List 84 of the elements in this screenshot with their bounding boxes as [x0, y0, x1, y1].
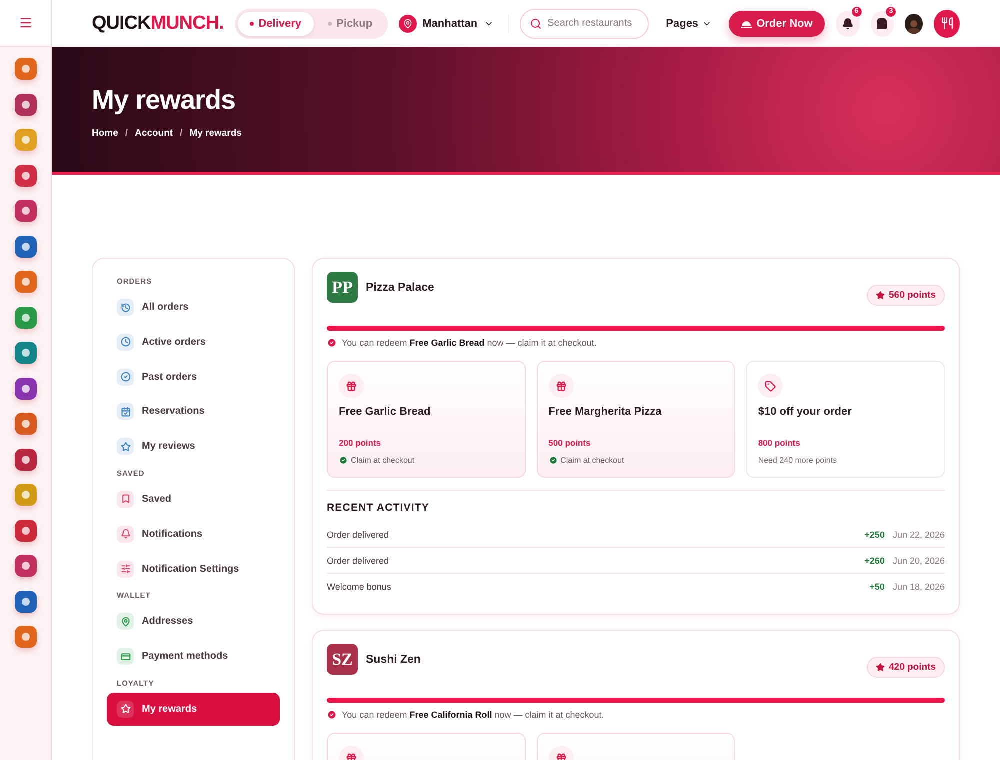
breadcrumb-separator: /	[125, 128, 128, 139]
activity-date: Jun 18, 2026	[892, 582, 945, 592]
activity-date: Jun 22, 2026	[892, 530, 945, 540]
tag-icon	[758, 374, 784, 398]
order-now-button[interactable]: Order Now	[728, 10, 825, 36]
food-category-icon[interactable]	[14, 271, 36, 293]
activity-points: +250	[864, 530, 885, 540]
restaurant-logo: PP	[327, 272, 358, 303]
food-category-icon[interactable]	[14, 413, 36, 435]
reward-title: Free Garlic Bread	[339, 406, 432, 418]
breadcrumb-current: My rewards	[190, 128, 242, 139]
sidebar-item[interactable]: Payment methods	[107, 640, 280, 674]
location-selector[interactable]: Manhattan	[398, 14, 509, 32]
activity-points: +50	[870, 582, 885, 592]
food-category-icon[interactable]	[14, 626, 36, 648]
search-icon	[530, 18, 542, 30]
reward-tile[interactable]: Free Margherita Pizza 500 points Claim at checkout	[536, 361, 736, 478]
sidebar-item[interactable]: My reviews	[107, 430, 280, 464]
section-heading: RECENT ACTIVITY	[327, 502, 431, 514]
reward-note: Need 240 more points	[758, 456, 838, 465]
check-icon	[339, 456, 348, 465]
reward-points: 200 points	[339, 438, 382, 448]
food-category-icon[interactable]	[14, 520, 36, 542]
food-category-icon[interactable]	[14, 342, 36, 364]
reward-tile[interactable]: Free Garlic Bread 200 points Claim at checkout	[327, 361, 526, 478]
reward-title: $10 off your order	[758, 406, 853, 418]
mode-tab[interactable]: Delivery	[238, 12, 314, 36]
sidebar-item[interactable]: All orders	[107, 291, 280, 324]
breadcrumb-link[interactable]: Account	[135, 128, 174, 139]
reward-title: Free Margherita Pizza	[548, 406, 663, 418]
restaurant-logo: SZ	[327, 644, 358, 675]
food-category-icon[interactable]	[14, 164, 36, 186]
page-title: My rewards	[92, 85, 237, 116]
sidebar-item[interactable]: Active orders	[107, 326, 280, 359]
check-icon	[327, 710, 337, 720]
menu-icon[interactable]	[18, 16, 32, 30]
food-category-icon[interactable]	[14, 58, 36, 80]
breadcrumb-link[interactable]: Home	[92, 128, 118, 139]
restaurant-button[interactable]	[934, 10, 960, 38]
redeem-message: You can redeem Free California Roll now — claim it at checkout.	[342, 710, 604, 720]
sidebar-item[interactable]: Saved	[107, 482, 280, 516]
food-category-icon[interactable]	[14, 448, 36, 470]
bell-icon	[842, 18, 854, 30]
reward-note: Claim at checkout	[351, 456, 415, 465]
sidebar-item[interactable]: Addresses	[107, 605, 280, 638]
restaurant-name: Pizza Palace	[366, 282, 436, 294]
redeem-message: You can redeem Free Garlic Bread now — claim it at checkout.	[342, 338, 597, 348]
food-category-icon[interactable]	[14, 200, 36, 222]
activity-points: +260	[864, 556, 885, 566]
location-pin-icon	[402, 18, 413, 28]
sidebar-item[interactable]: Notification Settings	[107, 552, 280, 586]
shopping-bag-icon	[876, 18, 888, 30]
gift-icon	[339, 374, 364, 398]
food-category-icon[interactable]	[14, 306, 36, 328]
logo[interactable]: QUICKMUNCH.	[92, 12, 224, 34]
food-category-icon[interactable]	[14, 555, 36, 577]
activity-label: Welcome bonus	[327, 582, 392, 592]
activity-label: Order delivered	[327, 530, 390, 540]
reward-tile[interactable]: $10 off your order 800 points Need 240 more points	[746, 361, 945, 478]
activity-date: Jun 20, 2026	[892, 556, 945, 566]
pages-menu[interactable]: Pages	[660, 16, 718, 30]
food-category-icon[interactable]	[14, 590, 36, 612]
breadcrumb-separator: /	[180, 128, 183, 139]
sidebar-item[interactable]: Notifications	[107, 518, 280, 551]
check-icon	[327, 338, 337, 348]
restaurant-name: Sushi Zen	[366, 654, 422, 666]
points-badge: 420 points	[867, 657, 945, 678]
sidebar-item[interactable]: Reservations	[107, 395, 280, 428]
reward-points: 800 points	[758, 438, 802, 448]
gift-icon	[548, 374, 574, 398]
sidebar-item[interactable]: Past orders	[107, 360, 280, 394]
activity-label: Order delivered	[327, 556, 390, 566]
reward-points: 500 points	[548, 438, 592, 448]
reward-note: Claim at checkout	[560, 456, 624, 465]
cloche-icon	[740, 19, 752, 28]
food-category-icon[interactable]	[14, 236, 36, 258]
food-category-icon[interactable]	[14, 378, 36, 400]
sidebar-item[interactable]: My rewards	[107, 692, 280, 726]
utensils-icon	[940, 17, 954, 30]
avatar[interactable]	[905, 14, 924, 34]
points-badge: 560 points	[867, 285, 945, 306]
food-category-icon[interactable]	[14, 94, 36, 116]
check-icon	[548, 456, 558, 465]
search-field[interactable]: Search restaurants	[520, 8, 650, 38]
